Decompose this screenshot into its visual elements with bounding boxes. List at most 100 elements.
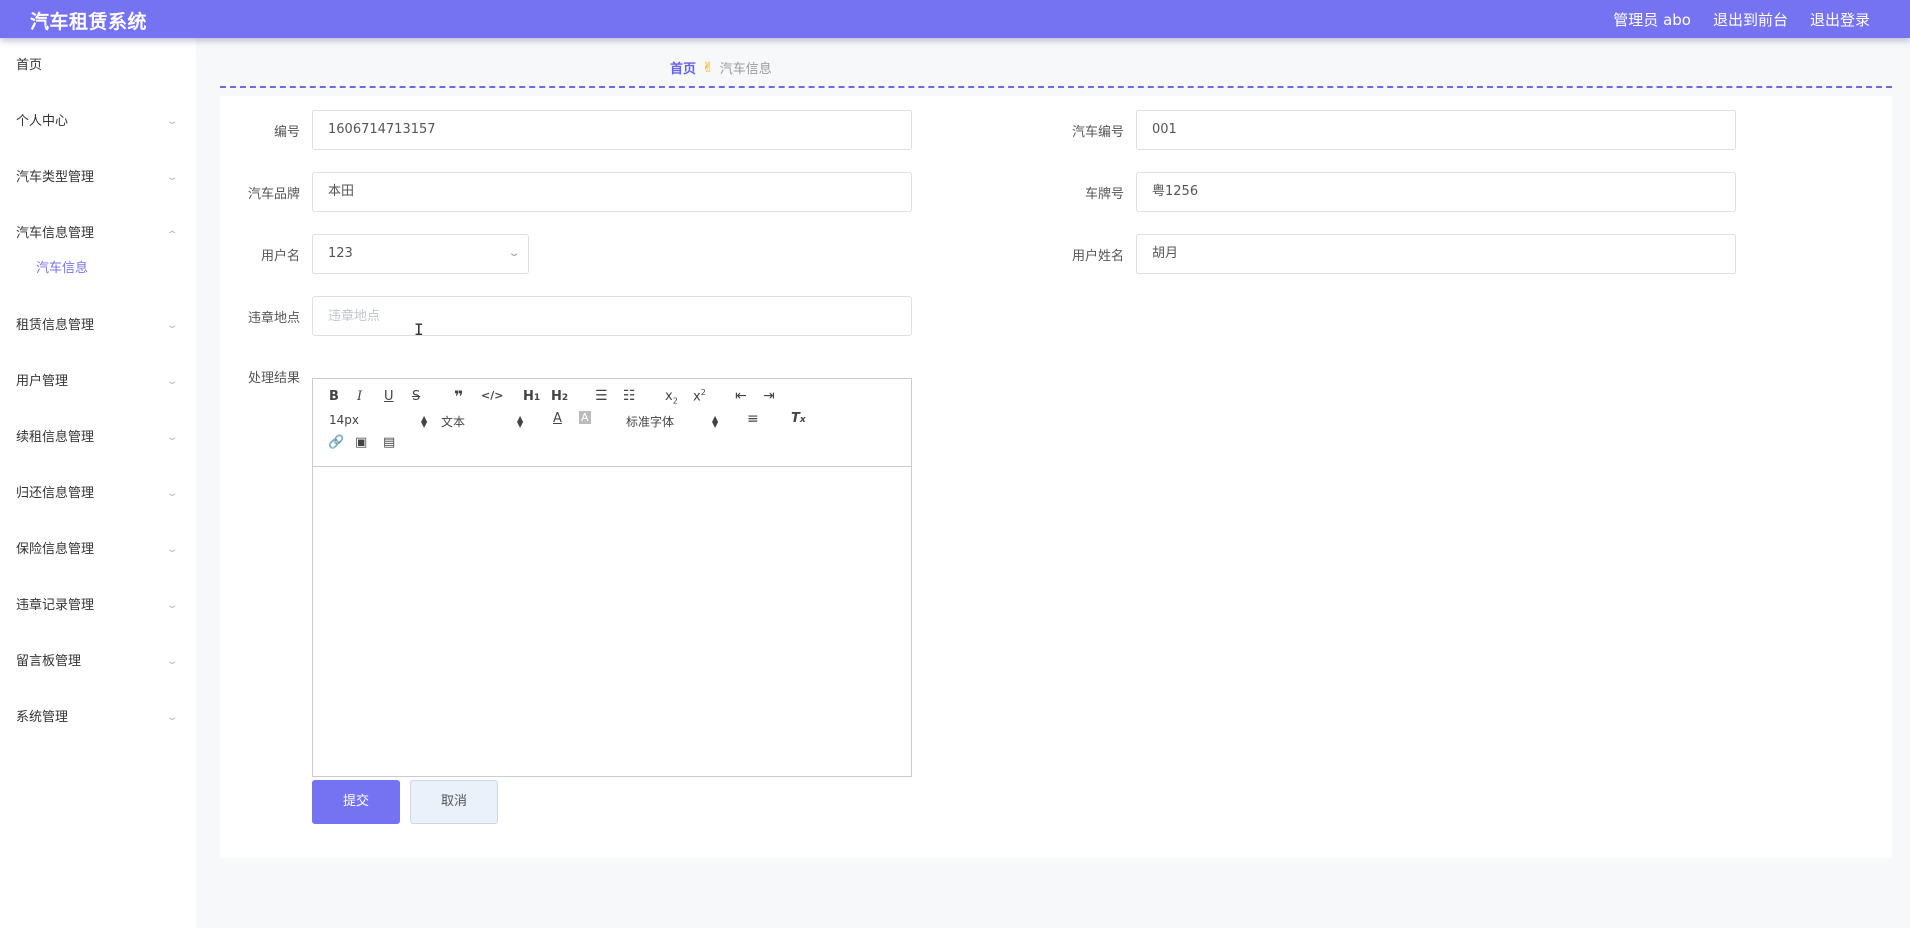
sidebar-item-home[interactable]: 首页 (0, 38, 196, 94)
cancel-button[interactable]: 取消 (410, 780, 498, 824)
superscript-icon[interactable]: x2 (693, 388, 706, 404)
sidebar-item-label: 系统管理 (16, 710, 69, 725)
chevron-up-icon: ⌃ (165, 230, 179, 241)
sidebar-item-label: 留言板管理 (16, 654, 82, 669)
car-no-input[interactable]: 001 (1136, 110, 1736, 150)
font-size-value: 14px (329, 413, 359, 427)
clear-format-icon[interactable]: Tx (791, 411, 806, 426)
location-input[interactable] (312, 296, 912, 336)
app-title: 汽车租赁系统 (30, 11, 148, 33)
id-input[interactable]: 1606714713157 (312, 110, 912, 150)
brand-input[interactable]: 本田 (312, 172, 912, 212)
realname-label: 用户姓名 (1071, 249, 1124, 264)
font-size-select[interactable]: 14px ▲ ▼ (329, 413, 427, 429)
sidebar-item-label: 违章记录管理 (16, 598, 95, 613)
sidebar-item-label: 用户管理 (16, 374, 69, 389)
result-label: 处理结果 (247, 371, 300, 386)
chevron-down-icon: ⌄ (165, 432, 179, 443)
username-select-value: 123 (328, 246, 353, 261)
sidebar-item-rental[interactable]: 租赁信息管理 ⌄ (0, 298, 196, 354)
chevron-down-icon: ⌄ (507, 248, 521, 259)
chevron-down-icon: ⌄ (165, 544, 179, 555)
breadcrumb: 首页 ✌ 汽车信息 (670, 58, 772, 78)
bold-icon[interactable]: B (329, 389, 339, 404)
background-color-icon[interactable]: A (579, 411, 591, 424)
sidebar-item-car-info[interactable]: 汽车信息管理 ⌃ (0, 206, 196, 262)
select-arrows-icon: ▲ ▼ (712, 414, 719, 429)
font-family-value: 标准字体 (626, 415, 675, 429)
chevron-down-icon: ⌄ (165, 320, 179, 331)
chevron-down-icon: ⌄ (165, 712, 179, 723)
editor-content-area[interactable] (313, 467, 911, 776)
logout-link[interactable]: 退出登录 (1810, 9, 1870, 30)
strikethrough-icon[interactable]: S (412, 389, 420, 404)
breadcrumb-current: 汽车信息 (719, 62, 772, 77)
realname-input[interactable]: 胡月 (1136, 234, 1736, 274)
header-type-select[interactable]: 文本 ▲ ▼ (441, 413, 527, 430)
username-select[interactable]: 123 ⌄ (312, 234, 529, 274)
exit-to-front-link[interactable]: 退出到前台 (1713, 9, 1788, 30)
select-arrows-icon: ▲ ▼ (517, 414, 524, 429)
heading-2-icon[interactable]: H2 (551, 389, 568, 404)
select-arrows-icon: ▲ ▼ (421, 414, 428, 429)
sidebar-item-renewal[interactable]: 续租信息管理 ⌄ (0, 410, 196, 466)
brand-label: 汽车品牌 (247, 187, 300, 202)
sidebar-item-personal-center[interactable]: 个人中心 ⌄ (0, 94, 196, 150)
align-left-icon[interactable]: ≡ (747, 411, 759, 427)
sidebar-item-system[interactable]: 系统管理 ⌄ (0, 690, 196, 746)
sidebar-item-label: 保险信息管理 (16, 542, 95, 557)
editor-toolbar: B I U S ❞ </> H1 H2 ☰ ☷ x2 x2 ⇤ ⇥ 14px ▲… (313, 379, 911, 467)
rich-text-editor: B I U S ❞ </> H1 H2 ☰ ☷ x2 x2 ⇤ ⇥ 14px ▲… (312, 378, 912, 777)
outdent-icon[interactable]: ⇤ (735, 388, 747, 404)
image-icon[interactable]: ▣ (355, 435, 367, 450)
chevron-down-icon: ⌄ (165, 656, 179, 667)
top-bar: 汽车租赁系统 管理员 abo 退出到前台 退出登录 (0, 0, 1910, 38)
current-user-label: 管理员 abo (1613, 11, 1691, 29)
chevron-down-icon: ⌄ (165, 116, 179, 127)
sidebar-item-label: 首页 (16, 58, 43, 73)
chevron-down-icon: ⌄ (165, 172, 179, 183)
underline-icon[interactable]: U (384, 389, 394, 404)
ordered-list-icon[interactable]: ☰ (595, 388, 608, 404)
sidebar-item-car-type[interactable]: 汽车类型管理 ⌄ (0, 150, 196, 206)
breadcrumb-divider (220, 86, 1892, 88)
car-no-label: 汽车编号 (1071, 125, 1124, 140)
sidebar-item-label: 汽车类型管理 (16, 170, 95, 185)
sidebar-item-label: 续租信息管理 (16, 430, 95, 445)
link-icon[interactable]: 🔗 (328, 435, 344, 450)
sidebar: 首页 个人中心 ⌄ 汽车类型管理 ⌄ 汽车信息管理 ⌃ 汽车信息 租赁信息管理 ⌄ 用户… (0, 38, 196, 928)
subscript-icon[interactable]: x2 (665, 389, 678, 406)
sidebar-item-label: 归还信息管理 (16, 486, 95, 501)
submit-button[interactable]: 提交 (312, 780, 400, 824)
chevron-down-icon: ⌄ (165, 488, 179, 499)
bullet-list-icon[interactable]: ☷ (623, 388, 636, 404)
code-block-icon[interactable]: </> (481, 389, 503, 402)
blockquote-icon[interactable]: ❞ (454, 387, 463, 406)
chevron-down-icon: ⌄ (165, 376, 179, 387)
font-color-icon[interactable]: A (553, 411, 562, 426)
italic-icon[interactable]: I (357, 389, 362, 404)
heading-1-icon[interactable]: H1 (523, 389, 540, 404)
sidebar-item-return[interactable]: 归还信息管理 ⌄ (0, 466, 196, 522)
chevron-down-icon: ⌄ (165, 600, 179, 611)
sidebar-subitem-label: 汽车信息 (36, 261, 89, 276)
sidebar-item-label: 租赁信息管理 (16, 318, 95, 333)
username-label: 用户名 (260, 249, 300, 264)
sidebar-item-message-board[interactable]: 留言板管理 ⌄ (0, 634, 196, 690)
location-label: 违章地点 (247, 311, 300, 326)
font-family-select[interactable]: 标准字体 ▲ ▼ (626, 413, 726, 430)
indent-icon[interactable]: ⇥ (763, 388, 775, 404)
plate-input[interactable]: 粤1256 (1136, 172, 1736, 212)
video-icon[interactable]: ▤ (383, 435, 395, 450)
top-bar-actions: 管理员 abo 退出到前台 退出登录 (1613, 9, 1870, 30)
sidebar-item-label: 汽车信息管理 (16, 226, 95, 241)
header-type-value: 文本 (441, 415, 466, 429)
text-cursor-icon: I (414, 320, 424, 339)
sidebar-item-insurance[interactable]: 保险信息管理 ⌄ (0, 522, 196, 578)
breadcrumb-home[interactable]: 首页 (670, 58, 696, 77)
sidebar-item-violation[interactable]: 违章记录管理 ⌄ (0, 578, 196, 634)
sidebar-item-label: 个人中心 (16, 114, 69, 129)
sidebar-item-users[interactable]: 用户管理 ⌄ (0, 354, 196, 410)
hand-icon: ✌ (702, 59, 714, 76)
plate-label: 车牌号 (1084, 187, 1124, 202)
